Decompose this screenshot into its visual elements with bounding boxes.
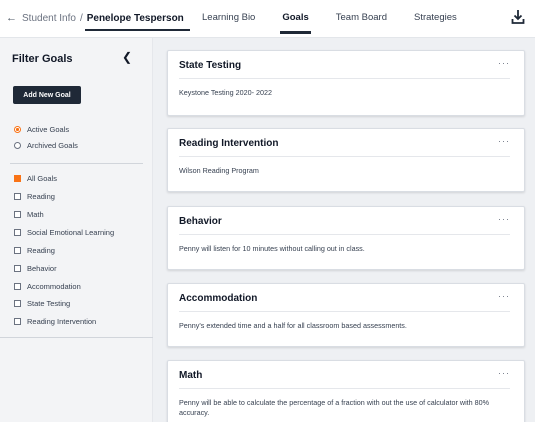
goal-title: Math	[179, 370, 203, 381]
goal-title: State Testing	[179, 60, 242, 71]
more-options-icon[interactable]: ···	[498, 58, 510, 68]
filter-accommodation[interactable]: Accommodation	[14, 282, 81, 291]
divider	[179, 388, 510, 389]
sidebar-title: Filter Goals	[12, 53, 73, 65]
goal-title: Reading Intervention	[179, 138, 279, 149]
radio-selected[interactable]	[14, 126, 21, 133]
divider	[10, 163, 143, 164]
goal-card-behavior: Behavior ··· Penny will listen for 10 mi…	[167, 206, 525, 270]
divider	[179, 78, 510, 79]
filter-sidebar: Filter Goals ❮ Add New Goal Active Goals…	[0, 38, 153, 422]
checkbox-label: Behavior	[27, 264, 57, 273]
top-bar: ← Student Info / Penelope Tesperson Lear…	[0, 0, 535, 38]
more-options-icon[interactable]: ···	[498, 136, 510, 146]
checkbox[interactable]	[14, 229, 21, 236]
goal-description: Penny will listen for 10 minutes without…	[179, 244, 365, 253]
more-options-icon[interactable]: ···	[498, 214, 510, 224]
tab-strategies[interactable]: Strategies	[414, 12, 457, 23]
arrow-left-icon[interactable]: ←	[6, 12, 17, 24]
filter-reading[interactable]: Reading	[14, 192, 55, 201]
radio-label: Active Goals	[27, 125, 70, 134]
breadcrumb: ← Student Info / Penelope Tesperson	[6, 12, 190, 31]
goal-description: Wilson Reading Program	[179, 166, 259, 175]
tab-goals[interactable]: Goals	[280, 12, 312, 34]
checkbox-label: State Testing	[27, 299, 71, 308]
checkbox[interactable]	[14, 300, 21, 307]
chevron-left-icon[interactable]: ❮	[122, 50, 132, 64]
breadcrumb-parent[interactable]: Student Info	[22, 13, 76, 24]
goal-description: Keystone Testing 2020- 2022	[179, 88, 272, 97]
checkbox[interactable]	[14, 283, 21, 290]
checkbox[interactable]	[14, 318, 21, 325]
goal-card-accommodation: Accommodation ··· Penny's extended time …	[167, 283, 525, 347]
breadcrumb-separator: /	[79, 12, 83, 24]
goal-description: Penny's extended time and a half for all…	[179, 321, 407, 330]
checkbox-label: Accommodation	[27, 282, 81, 291]
filter-archived-goals[interactable]: Archived Goals	[14, 141, 78, 150]
radio-unselected[interactable]	[14, 142, 21, 149]
checkbox-checked[interactable]	[14, 175, 21, 182]
checkbox[interactable]	[14, 265, 21, 272]
filter-state-testing[interactable]: State Testing	[14, 299, 70, 308]
divider	[179, 234, 510, 235]
checkbox-label: Social Emotional Learning	[27, 228, 115, 237]
add-new-goal-button[interactable]: Add New Goal	[13, 86, 81, 104]
filter-behavior[interactable]: Behavior	[14, 264, 57, 273]
goal-description: Penny will be able to calculate the perc…	[179, 398, 490, 417]
goal-title: Behavior	[179, 216, 222, 227]
checkbox[interactable]	[14, 193, 21, 200]
filter-math[interactable]: Math	[14, 210, 44, 219]
filter-reading-intervention[interactable]: Reading Intervention	[14, 317, 96, 326]
goal-card-math: Math ··· Penny will be able to calculate…	[167, 360, 525, 422]
checkbox[interactable]	[14, 247, 21, 254]
tab-team-board[interactable]: Team Board	[336, 12, 387, 23]
goal-card-state-testing: State Testing ··· Keystone Testing 2020-…	[167, 50, 525, 116]
goal-title: Accommodation	[179, 293, 258, 304]
checkbox-label: Reading	[27, 246, 55, 255]
divider	[179, 156, 510, 157]
filter-social-emotional-learning[interactable]: Social Emotional Learning	[14, 228, 114, 237]
more-options-icon[interactable]: ···	[498, 368, 510, 378]
goals-list: State Testing ··· Keystone Testing 2020-…	[153, 38, 535, 422]
breadcrumb-current: Penelope Tesperson	[84, 12, 190, 31]
filter-reading-2[interactable]: Reading	[14, 246, 55, 255]
radio-label: Archived Goals	[27, 141, 78, 150]
divider	[0, 337, 153, 338]
checkbox[interactable]	[14, 211, 21, 218]
checkbox-label: Reading Intervention	[27, 317, 97, 326]
tab-learning-bio[interactable]: Learning Bio	[202, 12, 255, 23]
filter-all-goals[interactable]: All Goals	[14, 174, 57, 183]
tab-bar: Learning Bio Goals Team Board Strategies	[202, 12, 484, 34]
checkbox-label: Reading	[27, 192, 55, 201]
divider	[179, 311, 510, 312]
more-options-icon[interactable]: ···	[498, 291, 510, 301]
checkbox-label: Math	[27, 210, 44, 219]
goal-card-reading-intervention: Reading Intervention ··· Wilson Reading …	[167, 128, 525, 192]
checkbox-label: All Goals	[27, 174, 58, 183]
download-icon[interactable]	[511, 9, 525, 25]
filter-active-goals[interactable]: Active Goals	[14, 125, 69, 134]
